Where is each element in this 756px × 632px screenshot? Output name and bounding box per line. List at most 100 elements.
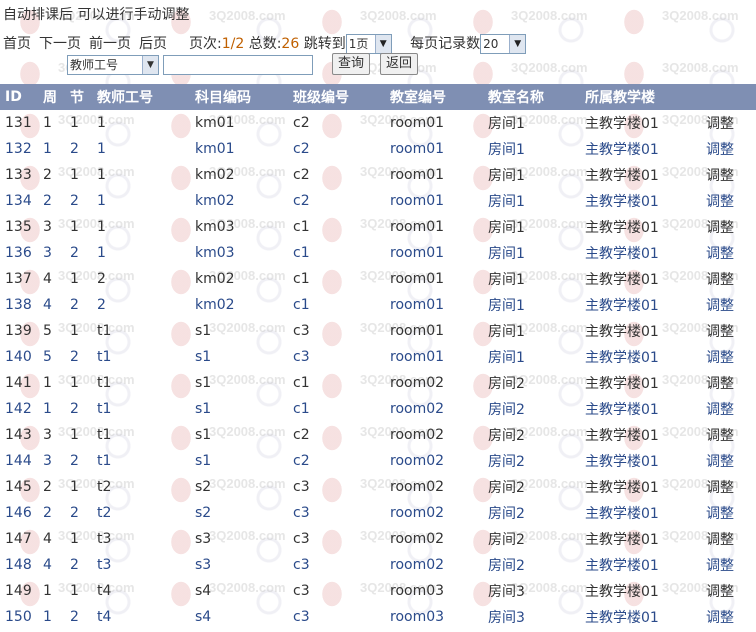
cell-room-name: 房间3 [488,584,525,600]
cell-room-id: room02 [390,557,445,573]
cell-teacher-id: 1 [97,115,106,131]
cell-class-id: c2 [293,453,310,469]
adjust-link[interactable]: 调整 [701,214,756,240]
cell-week: 1 [43,583,52,599]
cell-period: 1 [70,375,79,391]
watermark-text: 3Q2008.com [511,60,588,75]
table-header-row: ID 周 节 教师工号 科目编码 班级编号 教室编号 教室名称 所属教学楼 [0,84,756,110]
cell-class-id: c2 [293,427,310,443]
cell-id: 144 [5,453,32,469]
cell-teacher-id: t1 [97,427,112,443]
adjust-link[interactable]: 调整 [701,578,756,604]
next-page-link[interactable]: 下一页 [39,36,81,52]
cell-id: 140 [5,349,32,365]
cell-week: 2 [43,167,52,183]
cell-class-id: c2 [293,167,310,183]
table-row: 137 4 1 2 km02 c1 room01 房间1 主教学楼01 调整 [0,266,756,292]
adjust-link[interactable]: 调整 [701,500,756,526]
adjust-link[interactable]: 调整 [701,136,756,162]
adjust-link[interactable]: 调整 [701,266,756,292]
per-page-value: 20 [483,37,499,51]
cell-teacher-id: 1 [97,167,106,183]
cell-subject-code: s4 [195,583,212,599]
search-input[interactable] [163,55,313,75]
adjust-link[interactable]: 调整 [701,604,756,630]
adjust-link[interactable]: 调整 [701,396,756,422]
table-row: 134 2 2 1 km02 c2 room01 房间1 主教学楼01 调整 [0,188,756,214]
cell-subject-code: s1 [195,427,212,443]
adjust-link[interactable]: 调整 [701,344,756,370]
cell-teacher-id: t4 [97,583,112,599]
back-button[interactable]: 返回 [380,53,418,75]
cell-period: 1 [70,167,79,183]
cell-id: 136 [5,245,32,261]
cell-room-id: room02 [390,427,445,443]
adjust-link[interactable]: 调整 [701,292,756,318]
jump-page-select[interactable]: 1页 ▼ [345,34,392,54]
table-row: 133 2 1 1 km02 c2 room01 房间1 主教学楼01 调整 [0,162,756,188]
adjust-link[interactable]: 调整 [701,188,756,214]
cell-subject-code: s1 [195,323,212,339]
cell-subject-code: s1 [195,375,212,391]
cell-room-name: 房间1 [488,246,525,262]
column-header: ID [0,84,38,110]
adjust-link[interactable]: 调整 [701,240,756,266]
cell-teacher-id: 1 [97,141,106,157]
adjust-link[interactable]: 调整 [701,474,756,500]
column-header [701,84,756,110]
cell-class-id: c3 [293,583,310,599]
per-page-select[interactable]: 20 ▼ [480,34,527,54]
adjust-link[interactable]: 调整 [701,552,756,578]
cell-id: 148 [5,557,32,573]
cell-class-id: c3 [293,505,310,521]
cell-building: 主教学楼01 [585,610,659,626]
adjust-link[interactable]: 调整 [701,162,756,188]
adjust-link[interactable]: 调整 [701,526,756,552]
cell-teacher-id: 1 [97,245,106,261]
cell-id: 147 [5,531,32,547]
search-field-select[interactable]: 教师工号 ▼ [67,55,159,75]
cell-period: 1 [70,271,79,287]
cell-room-id: room01 [390,297,445,313]
cell-subject-code: s2 [195,479,212,495]
table-row: 132 1 2 1 km01 c2 room01 房间1 主教学楼01 调整 [0,136,756,162]
search-field-value: 教师工号 [70,58,119,72]
cell-room-id: room03 [390,609,445,625]
cell-subject-code: km02 [195,167,235,183]
cell-week: 1 [43,609,52,625]
cell-subject-code: s1 [195,349,212,365]
cell-week: 1 [43,141,52,157]
pager: 首页 下一页 前一页 后页 页次:1/2 总数:26 跳转到 1页 ▼ 每页记录数 20 ▼ [3,33,527,54]
adjust-link[interactable]: 调整 [701,110,756,136]
cell-room-id: room02 [390,505,445,521]
page-label: 页次: [189,36,222,52]
schedule-table: ID 周 节 教师工号 科目编码 班级编号 教室编号 教室名称 所属教学楼 13… [0,84,756,630]
adjust-link[interactable]: 调整 [701,422,756,448]
cell-room-name: 房间1 [488,324,525,340]
cell-building: 主教学楼01 [585,350,659,366]
cell-class-id: c1 [293,245,310,261]
adjust-link[interactable]: 调整 [701,318,756,344]
cell-id: 134 [5,193,32,209]
cell-room-id: room01 [390,219,445,235]
cell-subject-code: km03 [195,245,235,261]
cell-building: 主教学楼01 [585,480,659,496]
last-page-link[interactable]: 后页 [139,36,167,52]
cell-id: 142 [5,401,32,417]
column-header: 教师工号 [92,84,190,110]
query-button[interactable]: 查询 [332,53,370,75]
cell-class-id: c3 [293,609,310,625]
adjust-link[interactable]: 调整 [701,448,756,474]
cell-room-id: room02 [390,531,445,547]
table-row: 131 1 1 1 km01 c2 room01 房间1 主教学楼01 调整 [0,110,756,136]
cell-id: 131 [5,115,32,131]
adjust-link[interactable]: 调整 [701,370,756,396]
column-header: 节 [65,84,92,110]
cell-building: 主教学楼01 [585,194,659,210]
column-header: 教室编号 [385,84,483,110]
cell-id: 150 [5,609,32,625]
first-page-link[interactable]: 首页 [3,36,31,52]
prev-page-link[interactable]: 前一页 [89,36,131,52]
cell-building: 主教学楼01 [585,506,659,522]
cell-week: 3 [43,427,52,443]
